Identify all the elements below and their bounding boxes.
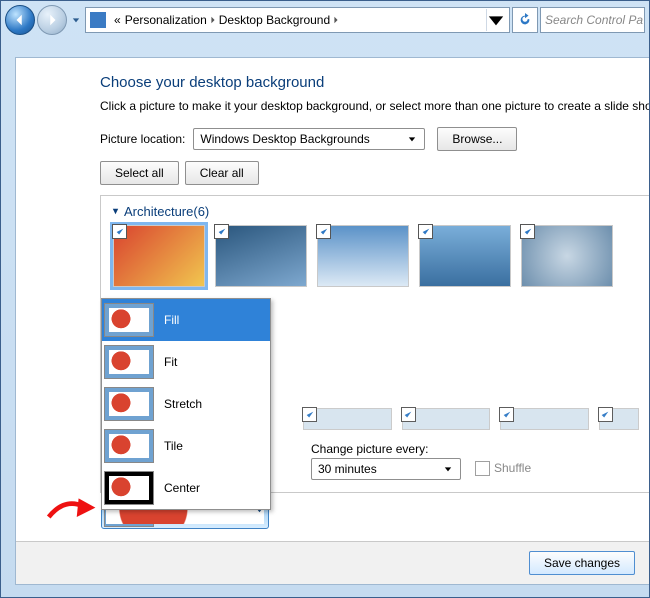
- clear-all-button[interactable]: Clear all: [185, 161, 259, 185]
- browse-button[interactable]: Browse...: [437, 127, 517, 151]
- picture-location-label: Picture location:: [100, 132, 185, 146]
- shuffle-checkbox[interactable]: [475, 461, 490, 476]
- picture-location-value: Windows Desktop Backgrounds: [200, 132, 404, 146]
- group-count: (6): [193, 204, 209, 219]
- option-label: Tile: [164, 439, 183, 453]
- option-label: Fit: [164, 355, 177, 369]
- thumb-checkbox[interactable]: [598, 407, 613, 422]
- nav-row: « Personalization Desktop Background Sea…: [1, 1, 649, 39]
- picture-position-option-tile[interactable]: Tile: [102, 425, 270, 467]
- page-title: Choose your desktop background: [100, 74, 649, 91]
- wallpaper-thumb[interactable]: [599, 408, 639, 430]
- picture-position-option-fill[interactable]: Fill: [102, 299, 270, 341]
- control-panel-window: « Personalization Desktop Background Sea…: [0, 0, 650, 598]
- picture-position-option-stretch[interactable]: Stretch: [102, 383, 270, 425]
- option-thumb-icon: [104, 471, 154, 505]
- thumb-checkbox[interactable]: [316, 224, 331, 239]
- group-header-architecture[interactable]: Architecture (6): [111, 204, 639, 219]
- wallpaper-thumb[interactable]: [215, 225, 307, 287]
- change-picture-value: 30 minutes: [318, 462, 440, 476]
- option-thumb-icon: [104, 345, 154, 379]
- picture-position-option-center[interactable]: Center: [102, 467, 270, 509]
- wallpaper-thumb[interactable]: [521, 225, 613, 287]
- wallpaper-thumb[interactable]: [303, 408, 392, 430]
- group-name: Architecture: [124, 204, 193, 219]
- wallpaper-thumb[interactable]: [113, 225, 205, 287]
- footer: Save changes: [16, 541, 649, 584]
- option-label: Stretch: [164, 397, 202, 411]
- chevron-down-icon: [404, 135, 420, 143]
- back-button[interactable]: [5, 5, 35, 35]
- select-all-button[interactable]: Select all: [100, 161, 179, 185]
- nav-history-dropdown[interactable]: [69, 6, 83, 34]
- thumb-checkbox[interactable]: [499, 407, 514, 422]
- refresh-button[interactable]: [512, 7, 538, 33]
- breadcrumb-sep-icon: [332, 13, 340, 27]
- thumb-checkbox[interactable]: [302, 407, 317, 422]
- address-bar[interactable]: « Personalization Desktop Background: [85, 7, 510, 33]
- shuffle-label: Shuffle: [494, 461, 531, 475]
- forward-button[interactable]: [37, 5, 67, 35]
- option-thumb-icon: [104, 429, 154, 463]
- thumb-checkbox[interactable]: [520, 224, 535, 239]
- thumb-checkbox[interactable]: [112, 224, 127, 239]
- breadcrumb-sep-icon: [209, 13, 217, 27]
- thumb-checkbox[interactable]: [214, 224, 229, 239]
- breadcrumb-desktop-background[interactable]: Desktop Background: [217, 13, 332, 27]
- option-thumb-icon: [104, 303, 154, 337]
- picture-position-menu: Fill Fit Stretch Tile Center: [101, 298, 271, 510]
- option-label: Center: [164, 481, 200, 495]
- save-changes-button[interactable]: Save changes: [529, 551, 635, 575]
- address-dropdown[interactable]: [486, 9, 505, 31]
- wallpaper-thumb[interactable]: [419, 225, 511, 287]
- option-thumb-icon: [104, 387, 154, 421]
- option-label: Fill: [164, 313, 179, 327]
- change-picture-label: Change picture every:: [311, 442, 461, 456]
- wallpaper-thumb[interactable]: [317, 225, 409, 287]
- breadcrumb-prefix: «: [112, 13, 123, 27]
- thumb-checkbox[interactable]: [401, 407, 416, 422]
- picture-location-dropdown[interactable]: Windows Desktop Backgrounds: [193, 128, 425, 150]
- control-panel-icon: [90, 12, 106, 28]
- wallpaper-thumb[interactable]: [402, 408, 491, 430]
- picture-position-option-fit[interactable]: Fit: [102, 341, 270, 383]
- thumb-checkbox[interactable]: [418, 224, 433, 239]
- breadcrumb-personalization[interactable]: Personalization: [123, 13, 209, 27]
- page-instruction: Click a picture to make it your desktop …: [100, 99, 649, 113]
- search-input[interactable]: Search Control Pa: [540, 7, 645, 33]
- change-picture-dropdown[interactable]: 30 minutes: [311, 458, 461, 480]
- chevron-down-icon: [440, 465, 456, 473]
- wallpaper-thumb[interactable]: [500, 408, 589, 430]
